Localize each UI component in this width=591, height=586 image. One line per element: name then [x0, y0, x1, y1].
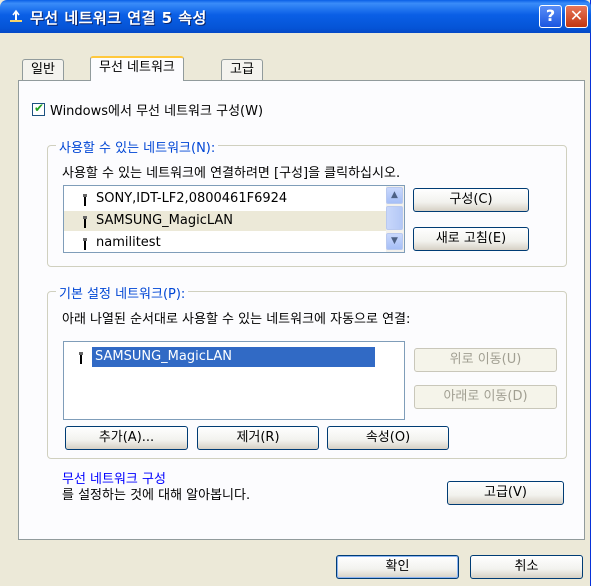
preferred-networks-list[interactable]: SAMSUNG_MagicLAN	[63, 341, 405, 420]
list-item-selected[interactable]: SAMSUNG_MagicLAN	[64, 211, 386, 231]
network-connection-icon	[10, 9, 22, 22]
tab-wireless-networks[interactable]: 무선 네트워크	[90, 56, 184, 81]
properties-dialog: 무선 네트워크 연결 5 속성 ? ✕ 일반 무선 네트워크 고급 ✔ Wind…	[0, 0, 591, 586]
available-list-scrollbar[interactable]: ▲ ▼	[386, 186, 404, 252]
title-bar[interactable]: 무선 네트워크 연결 5 속성 ? ✕	[0, 0, 591, 33]
move-up-button[interactable]: 위로 이동(U)	[414, 348, 557, 372]
advanced-button[interactable]: 고급(V)	[447, 481, 564, 505]
ok-button[interactable]: 확인	[336, 555, 459, 579]
antenna-icon	[83, 238, 87, 250]
move-down-button[interactable]: 아래로 이동(D)	[414, 385, 557, 409]
tab-general[interactable]: 일반	[22, 59, 64, 81]
window-title: 무선 네트워크 연결 5 속성	[30, 9, 207, 27]
available-networks-description: 사용할 수 있는 네트워크에 연결하려면 [구성]을 클릭하십시오.	[62, 166, 401, 181]
network-name: SAMSUNG_MagicLAN	[92, 347, 375, 367]
cancel-button[interactable]: 취소	[470, 555, 583, 579]
configure-button[interactable]: 구성(C)	[413, 188, 529, 212]
network-name: SONY,IDT-LF2,0800461F6924	[96, 191, 288, 206]
available-networks-list[interactable]: SONY,IDT-LF2,0800461F6924 SAMSUNG_MagicL…	[63, 185, 405, 253]
refresh-button[interactable]: 새로 고침(E)	[413, 227, 529, 251]
learn-more-text: 를 설정하는 것에 대해 알아봅니다.	[62, 488, 251, 503]
scroll-up-icon[interactable]: ▲	[386, 187, 403, 204]
antenna-icon	[83, 194, 87, 206]
preferred-networks-description: 아래 나열된 순서대로 사용할 수 있는 네트워크에 자동으로 연결:	[62, 312, 411, 327]
scroll-down-icon[interactable]: ▼	[386, 233, 403, 250]
list-item-selected[interactable]: SAMSUNG_MagicLAN	[64, 347, 404, 367]
remove-button[interactable]: 제거(R)	[197, 426, 319, 450]
properties-button[interactable]: 속성(O)	[327, 426, 449, 450]
scroll-thumb[interactable]	[386, 206, 403, 230]
tab-advanced[interactable]: 고급	[221, 59, 263, 81]
antenna-icon	[79, 352, 83, 364]
wireless-config-label[interactable]: Windows에서 무선 네트워크 구성(W)	[50, 100, 263, 119]
help-button[interactable]: ?	[539, 5, 562, 28]
list-item[interactable]: namilitest	[64, 233, 386, 252]
network-name: namilitest	[96, 235, 161, 250]
add-button[interactable]: 추가(A)...	[65, 426, 188, 450]
list-item[interactable]: SONY,IDT-LF2,0800461F6924	[64, 189, 386, 209]
preferred-networks-title: 기본 설정 네트워크(P):	[56, 283, 189, 302]
checkmark-icon: ✔	[34, 101, 45, 115]
close-button[interactable]: ✕	[565, 5, 588, 28]
network-name: SAMSUNG_MagicLAN	[96, 213, 234, 228]
antenna-icon	[83, 216, 87, 228]
available-networks-title: 사용할 수 있는 네트워크(N):	[56, 137, 219, 156]
wireless-config-checkbox[interactable]: ✔	[32, 101, 45, 116]
